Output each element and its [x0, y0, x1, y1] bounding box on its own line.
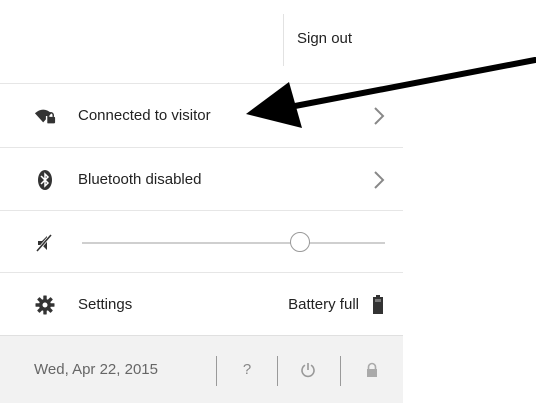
battery-status-label: Battery full — [288, 296, 359, 313]
network-row[interactable]: Connected to visitor — [0, 83, 403, 147]
volume-muted-icon[interactable] — [34, 232, 56, 254]
footer-divider — [277, 356, 278, 386]
power-icon — [301, 362, 315, 377]
battery-full-icon — [373, 294, 383, 314]
power-button[interactable] — [286, 336, 330, 403]
lock-icon — [367, 362, 377, 377]
network-label: Connected to visitor — [78, 107, 211, 124]
lock-button[interactable] — [350, 336, 394, 403]
volume-row — [0, 210, 403, 274]
system-tray-menu: Sign out Connected to visitor Bluetooth … — [0, 0, 403, 403]
volume-slider-track[interactable] — [82, 241, 385, 244]
date-label[interactable]: Wed, Apr 22, 2015 — [34, 336, 158, 403]
chevron-right-icon — [374, 106, 385, 125]
wifi-locked-icon — [34, 105, 56, 127]
help-button[interactable]: ? — [225, 336, 269, 403]
sign-out-button[interactable]: Sign out — [285, 18, 403, 60]
bluetooth-row[interactable]: Bluetooth disabled — [0, 147, 403, 211]
footer-divider — [216, 356, 217, 386]
volume-slider-thumb[interactable] — [290, 231, 311, 252]
footer-row: Wed, Apr 22, 2015 ? — [0, 335, 403, 403]
bluetooth-label: Bluetooth disabled — [78, 171, 202, 188]
settings-row[interactable]: Settings Battery full — [0, 272, 403, 336]
chevron-right-icon — [374, 170, 385, 189]
header-row: Sign out — [0, 0, 403, 83]
header-divider — [283, 14, 284, 66]
gear-icon — [34, 294, 56, 316]
bluetooth-icon — [34, 169, 56, 191]
footer-divider — [340, 356, 341, 386]
settings-label: Settings — [78, 296, 133, 313]
